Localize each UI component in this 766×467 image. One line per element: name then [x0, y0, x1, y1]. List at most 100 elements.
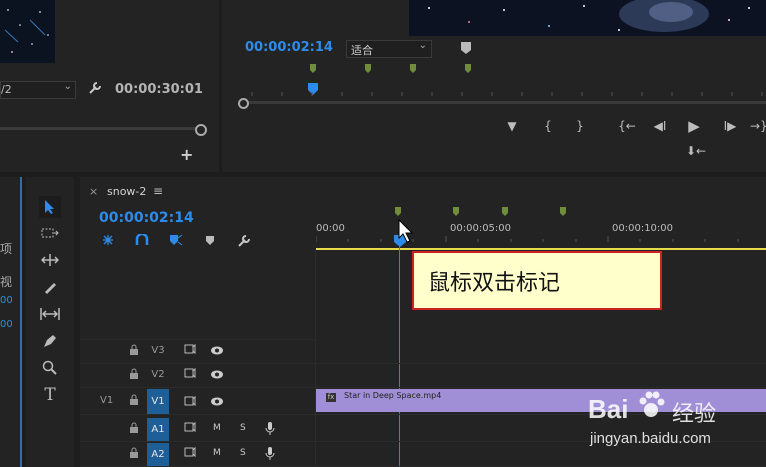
track-target-v2[interactable]: V2	[147, 365, 169, 385]
sequence-tab[interactable]: snow-2	[107, 185, 146, 198]
track-select-tool-icon[interactable]	[39, 222, 61, 244]
sync-lock-icon[interactable]	[184, 447, 196, 457]
baidu-watermark: Bai 经验 jingyan.baidu.com	[588, 384, 764, 450]
program-scrub-bar[interactable]	[238, 98, 766, 109]
eye-icon[interactable]	[210, 346, 224, 355]
chevron-down-icon: ⌄	[63, 81, 72, 92]
selection-tool-icon[interactable]	[39, 196, 61, 218]
program-video-frame	[409, 0, 766, 36]
source-scrub-bar[interactable]	[0, 122, 207, 136]
source-duration: 00:00:30:01	[115, 82, 203, 97]
annotation-callout: 鼠标双击标记	[412, 251, 662, 310]
project-label-partial: 视	[0, 275, 13, 289]
step-back-button[interactable]: ◀I	[650, 119, 670, 133]
linked-selection-icon[interactable]	[135, 234, 149, 246]
program-ruler	[251, 92, 763, 96]
wrench-icon[interactable]	[237, 234, 251, 248]
project-value-partial: 00	[0, 295, 13, 306]
source-patch-v1[interactable]: V1	[100, 395, 113, 406]
pen-tool-icon[interactable]	[39, 330, 61, 352]
timeline-marker-row	[395, 207, 566, 216]
marker-icon	[310, 64, 316, 73]
play-button[interactable]: ▶	[686, 117, 702, 135]
starfield-image	[0, 0, 55, 63]
track-target-a1[interactable]: A1	[147, 418, 169, 441]
go-to-in-button[interactable]: {←	[616, 119, 638, 133]
mouse-cursor-icon	[398, 219, 416, 243]
sync-lock-icon[interactable]	[184, 396, 196, 406]
type-tool-icon[interactable]: T	[39, 384, 61, 406]
ruler-ticks	[316, 236, 739, 242]
fit-dropdown[interactable]: 适合 ⌄	[346, 40, 432, 58]
microphone-icon[interactable]	[265, 446, 275, 462]
marker-icon[interactable]	[205, 235, 215, 246]
annotation-text: 鼠标双击标记	[428, 271, 561, 296]
sync-lock-icon[interactable]	[184, 422, 196, 432]
wrench-icon[interactable]	[88, 81, 102, 95]
scale-dropdown[interactable]: /2 ⌄	[0, 81, 76, 99]
mute-button[interactable]: M	[213, 423, 221, 433]
work-area-bar[interactable]	[316, 248, 766, 250]
marker-icon	[465, 64, 471, 73]
project-value-partial: 00	[0, 319, 13, 330]
add-marker-timeline-icon[interactable]	[169, 234, 183, 246]
starfield-image	[409, 0, 766, 36]
tools-panel: T	[26, 177, 74, 467]
program-timecode[interactable]: 00:00:02:14	[245, 40, 333, 55]
slip-tool-icon[interactable]	[39, 303, 61, 325]
chevron-down-icon: ⌄	[418, 40, 427, 51]
scale-value: /2	[1, 83, 12, 96]
lock-icon[interactable]	[129, 368, 139, 379]
zoom-tool-icon[interactable]	[39, 357, 61, 379]
marker-icon	[560, 207, 566, 216]
lock-icon[interactable]	[129, 422, 139, 433]
panel-menu-icon[interactable]: ≡	[153, 184, 163, 198]
lock-icon[interactable]	[129, 344, 139, 355]
source-monitor-panel: /2 ⌄ 00:00:30:01 +	[0, 0, 219, 172]
solo-button[interactable]: S	[240, 448, 246, 458]
marker-icon	[395, 207, 401, 216]
clip-name: Star in Deep Space.mp4	[344, 391, 442, 400]
watermark-url: jingyan.baidu.com	[590, 430, 711, 447]
step-forward-button[interactable]: I▶	[720, 119, 740, 133]
sync-lock-icon[interactable]	[184, 344, 196, 354]
ruler-label: 00:00:10:00	[612, 223, 674, 234]
overwrite-button[interactable]: ⬇←	[684, 144, 708, 158]
mark-out-button[interactable]: }	[572, 119, 588, 133]
microphone-icon[interactable]	[265, 421, 275, 437]
timeline-close-button[interactable]: ×	[89, 185, 98, 198]
watermark-brand: Bai	[588, 394, 629, 424]
marker-icon	[502, 207, 508, 216]
fx-badge: fx	[326, 393, 336, 402]
track-target-v3[interactable]: V3	[147, 341, 169, 361]
ruler-label: 00:00	[316, 223, 345, 234]
marker-icon	[410, 64, 416, 73]
timeline-timecode[interactable]: 00:00:02:14	[99, 210, 194, 226]
eye-icon[interactable]	[210, 397, 224, 406]
ripple-edit-tool-icon[interactable]	[39, 249, 61, 271]
project-panel: 项 视 00 00	[0, 177, 22, 467]
scrub-start-handle[interactable]	[238, 98, 249, 109]
snap-icon[interactable]	[101, 234, 115, 246]
mark-in-button[interactable]: {	[540, 119, 556, 133]
solo-button[interactable]: S	[240, 423, 246, 433]
fit-value: 适合	[351, 44, 373, 57]
track-target-a2[interactable]: A2	[147, 443, 169, 466]
scrub-end-handle[interactable]	[195, 124, 207, 136]
time-ruler[interactable]: 00:00 00:00:05:00 00:00:10:00	[316, 205, 766, 251]
lock-icon[interactable]	[129, 447, 139, 458]
add-button[interactable]: +	[180, 145, 193, 164]
razor-tool-icon[interactable]	[39, 276, 61, 298]
lock-icon[interactable]	[129, 394, 139, 405]
sync-lock-icon[interactable]	[184, 368, 196, 378]
go-to-out-button[interactable]: →}	[750, 119, 766, 133]
paw-logo-icon	[639, 391, 665, 417]
marker-icon	[453, 207, 459, 216]
settings-marker-icon[interactable]	[460, 41, 472, 55]
mute-button[interactable]: M	[213, 448, 221, 458]
track-row-v3: V3	[80, 340, 766, 364]
track-target-v1[interactable]: V1	[147, 389, 169, 414]
program-marker-row	[310, 64, 471, 73]
eye-icon[interactable]	[210, 370, 224, 379]
add-marker-button[interactable]: ▼	[504, 119, 520, 133]
